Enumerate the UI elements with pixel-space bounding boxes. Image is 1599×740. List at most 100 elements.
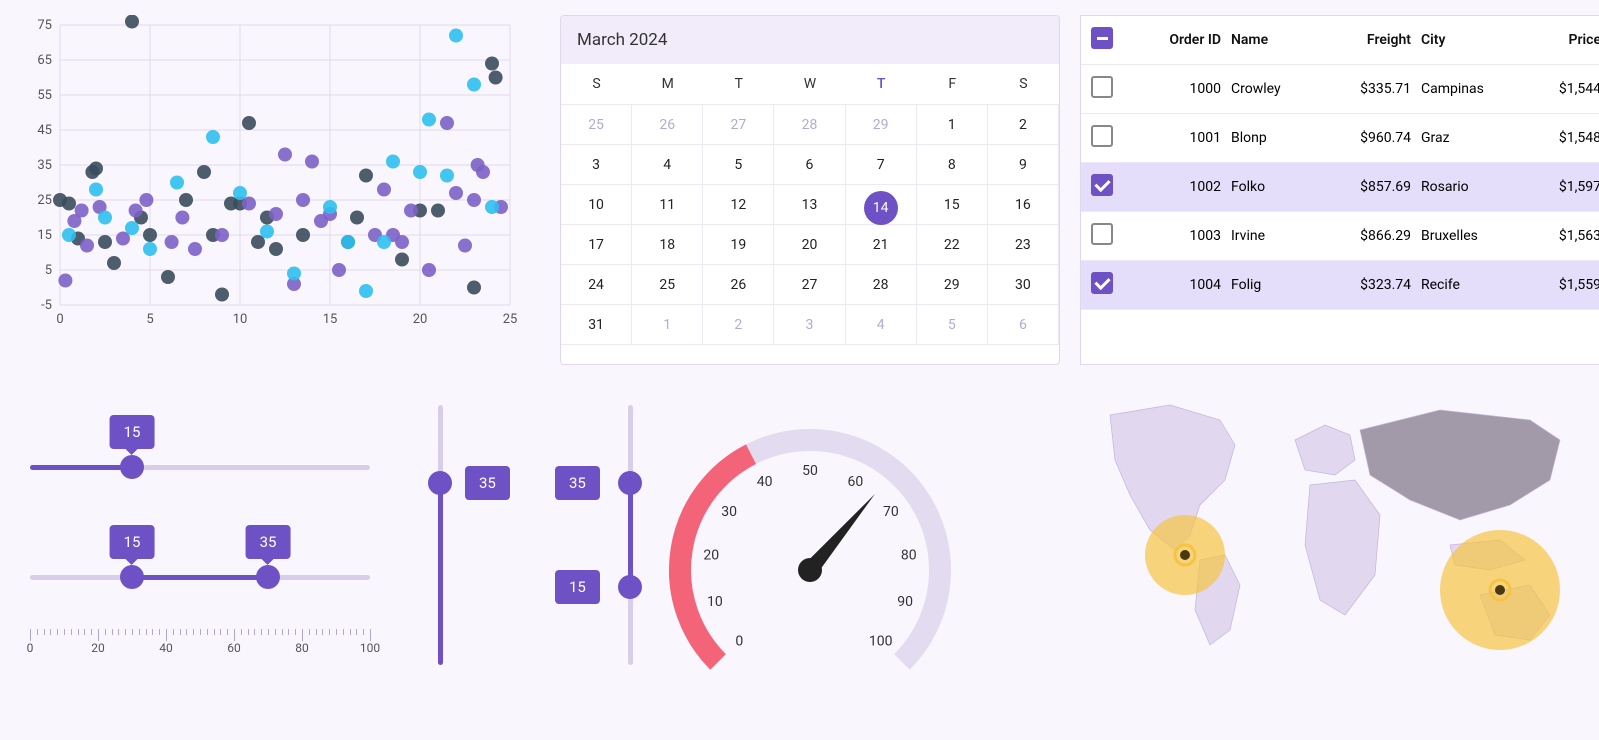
calendar-title: March 2024 [561,16,1059,64]
calendar-day[interactable]: 29 [846,105,917,145]
calendar-day[interactable]: 22 [917,225,988,265]
calendar-day[interactable]: 5 [917,305,988,345]
calendar-day[interactable]: 4 [632,145,703,185]
calendar-day[interactable]: 29 [917,265,988,305]
calendar-day[interactable]: 1 [917,105,988,145]
calendar-day[interactable]: 8 [917,145,988,185]
svg-text:10: 10 [233,312,248,327]
calendar-day[interactable]: 27 [703,105,774,145]
calendar-day[interactable]: 9 [988,145,1059,185]
calendar-day[interactable]: 14 [846,185,917,225]
calendar-day[interactable]: 6 [988,305,1059,345]
col-freight: Freight [1331,32,1421,48]
cell-order: 1000 [1141,81,1231,97]
slider-tooltip-high: 35 [246,525,291,559]
row-checkbox[interactable] [1091,223,1113,245]
svg-text:-5: -5 [41,298,52,313]
calendar-day[interactable]: 3 [561,145,632,185]
calendar-day[interactable]: 21 [846,225,917,265]
cell-order: 1003 [1141,228,1231,244]
cell-city: Bruxelles [1421,228,1531,244]
horizontal-slider-single[interactable]: 15 [30,405,370,495]
row-checkbox[interactable] [1091,174,1113,196]
calendar-day[interactable]: 18 [632,225,703,265]
svg-text:60: 60 [848,474,864,490]
cell-city: Graz [1421,130,1531,146]
svg-text:35: 35 [37,158,52,173]
cell-price: $1,597 [1531,179,1599,195]
cell-price: $1,544 [1531,81,1599,97]
table-row[interactable]: 1000 Crowley $335.71 Campinas $1,544 [1081,65,1599,114]
svg-text:90: 90 [897,594,913,610]
calendar-day[interactable]: 13 [774,185,845,225]
gauge: 0102030405060708090100 [560,385,1060,725]
calendar-dow: T [703,64,774,105]
calendar-day[interactable]: 6 [774,145,845,185]
svg-text:40: 40 [757,474,773,490]
table-row[interactable]: 1001 Blonp $960.74 Graz $1,548 [1081,114,1599,163]
cell-name: Irvine [1231,228,1331,244]
horizontal-slider-range[interactable]: 15 35 [30,515,370,605]
svg-text:15: 15 [323,312,338,327]
calendar-day[interactable]: 26 [703,265,774,305]
calendar-day[interactable]: 28 [774,105,845,145]
cell-name: Folig [1231,277,1331,293]
calendar-day[interactable]: 20 [774,225,845,265]
calendar-day[interactable]: 2 [703,305,774,345]
cell-city: Campinas [1421,81,1531,97]
calendar[interactable]: March 2024 SMTWTFS 252627282912345678910… [560,15,1060,365]
calendar-day[interactable]: 27 [774,265,845,305]
calendar-day[interactable]: 30 [988,265,1059,305]
calendar-dow: S [561,64,632,105]
calendar-day[interactable]: 19 [703,225,774,265]
slider-tooltip: 15 [110,415,155,449]
calendar-day[interactable]: 12 [703,185,774,225]
calendar-day[interactable]: 3 [774,305,845,345]
cell-name: Crowley [1231,81,1331,97]
table-row[interactable]: 1002 Folko $857.69 Rosario $1,597 [1081,163,1599,212]
table-row[interactable]: 1003 Irvine $866.29 Bruxelles $1,563 [1081,212,1599,261]
svg-text:65: 65 [37,53,52,68]
sliders-panel: 15 15 35 020406080100 35 [20,385,540,725]
slider-thumb[interactable] [428,471,452,495]
calendar-day[interactable]: 11 [632,185,703,225]
calendar-day[interactable]: 31 [561,305,632,345]
svg-text:50: 50 [802,463,818,479]
calendar-day[interactable]: 25 [561,105,632,145]
calendar-day[interactable]: 28 [846,265,917,305]
calendar-day[interactable]: 7 [846,145,917,185]
cell-name: Folko [1231,179,1331,195]
calendar-day[interactable]: 2 [988,105,1059,145]
calendar-day[interactable]: 26 [632,105,703,145]
calendar-day[interactable]: 5 [703,145,774,185]
table-header-row: Order ID Name Freight City Price [1081,16,1599,65]
calendar-dow: F [917,64,988,105]
vertical-slider-single[interactable]: 35 [410,405,470,665]
calendar-day[interactable]: 23 [988,225,1059,265]
calendar-day[interactable]: 17 [561,225,632,265]
calendar-day[interactable]: 10 [561,185,632,225]
calendar-day[interactable]: 24 [561,265,632,305]
calendar-day[interactable]: 16 [988,185,1059,225]
row-checkbox[interactable] [1091,272,1113,294]
svg-text:45: 45 [37,123,52,138]
svg-text:75: 75 [37,18,52,33]
row-checkbox[interactable] [1091,76,1113,98]
world-map[interactable] [1080,385,1599,725]
calendar-day[interactable]: 15 [917,185,988,225]
row-checkbox[interactable] [1091,125,1113,147]
calendar-dow: T [846,64,917,105]
svg-text:15: 15 [37,228,52,243]
scatter-chart: 0510152025-5515253545556575 [20,15,540,365]
calendar-dow: M [632,64,703,105]
select-all-checkbox[interactable] [1091,27,1113,49]
calendar-day[interactable]: 1 [632,305,703,345]
calendar-day[interactable]: 4 [846,305,917,345]
cell-price: $1,548 [1531,130,1599,146]
orders-table: Order ID Name Freight City Price 1000 Cr… [1080,15,1599,365]
cell-city: Rosario [1421,179,1531,195]
svg-text:0: 0 [56,312,63,327]
table-row[interactable]: 1004 Folig $323.74 Recife $1,559 [1081,261,1599,310]
col-name: Name [1231,32,1331,48]
calendar-day[interactable]: 25 [632,265,703,305]
